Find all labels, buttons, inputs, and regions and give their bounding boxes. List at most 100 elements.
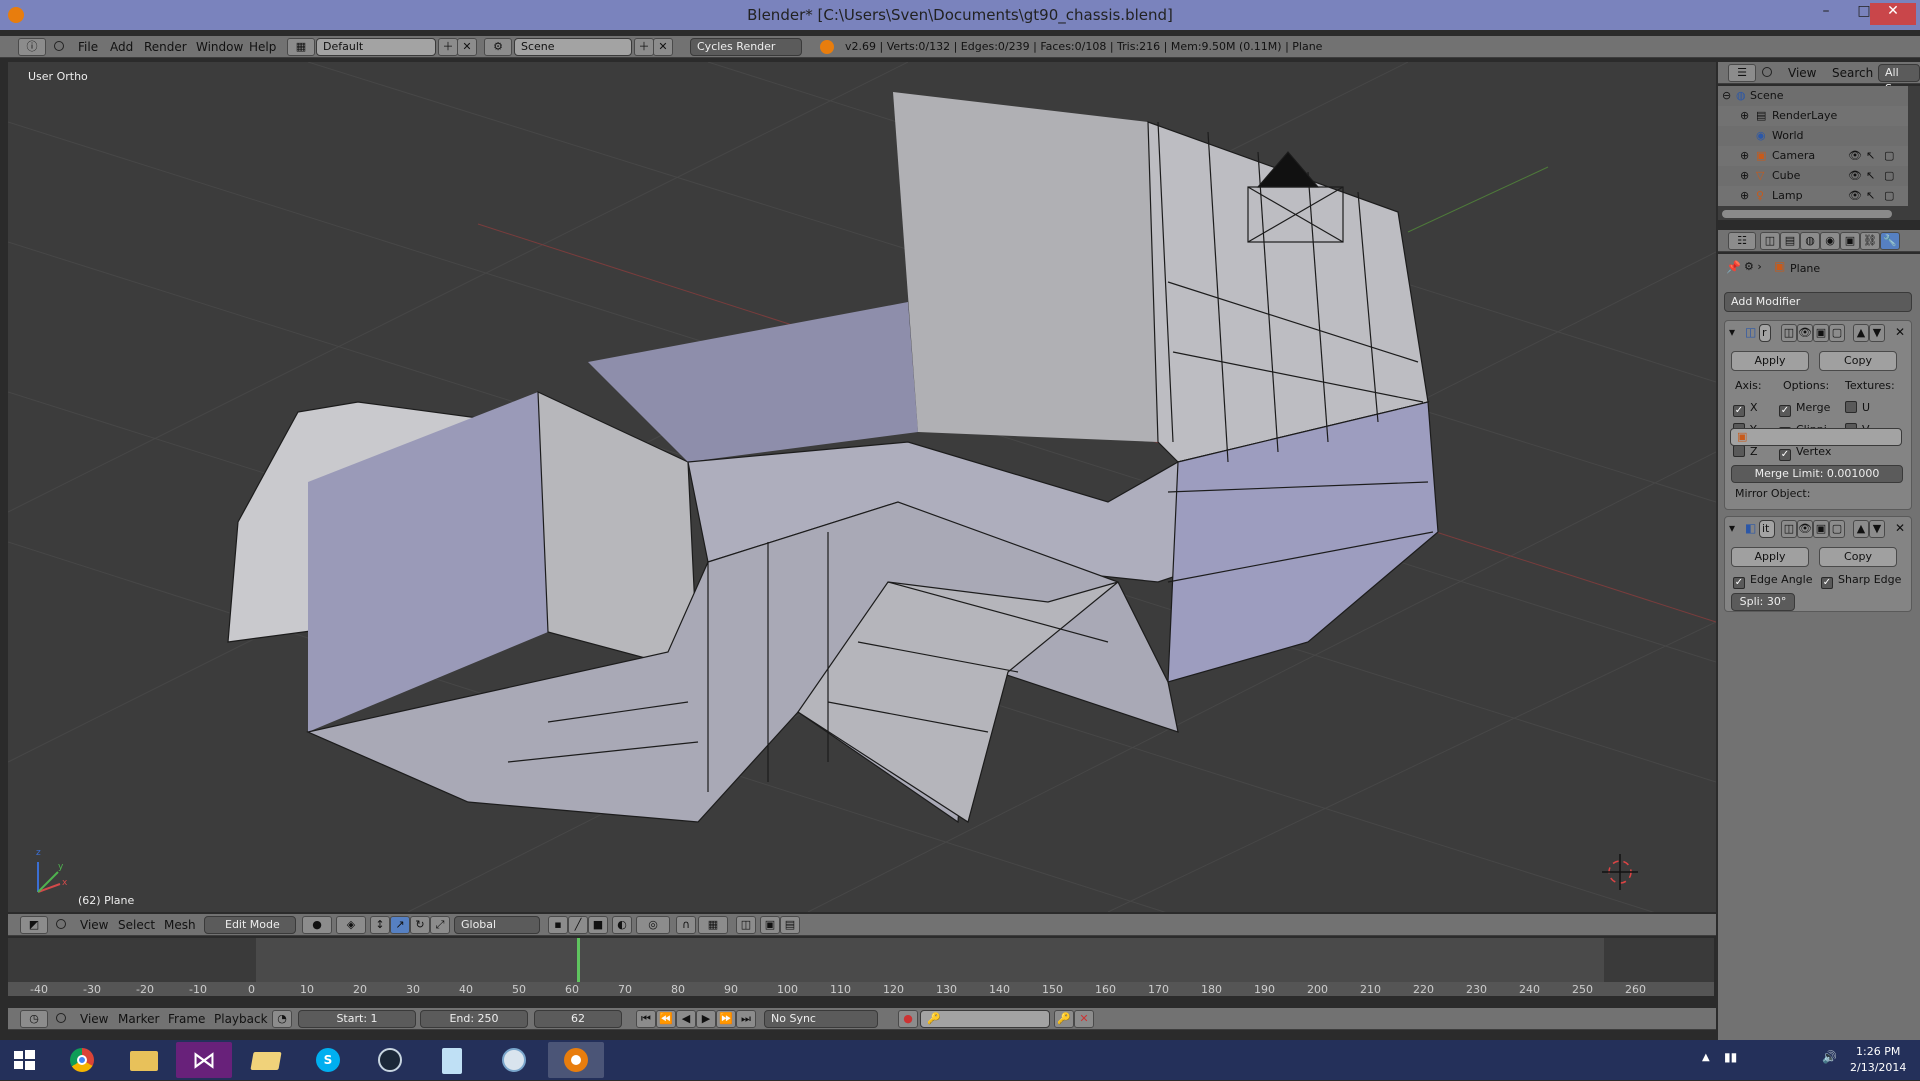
collapse-menu-icon[interactable] — [54, 41, 64, 51]
timeline-menu-frame[interactable]: Frame — [168, 1008, 205, 1029]
menu-add[interactable]: Add — [110, 36, 133, 57]
remove-modifier-icon[interactable]: ✕ — [1895, 521, 1905, 535]
chrome-icon[interactable] — [54, 1042, 110, 1078]
proportional-edit-icon[interactable]: ◎ — [636, 916, 670, 934]
translate-manipulator-icon[interactable]: ↗ — [390, 916, 410, 934]
axis-x-checkbox[interactable]: ✓ X — [1733, 401, 1758, 417]
merge-limit-field[interactable]: Merge Limit: 0.001000 — [1731, 465, 1903, 483]
move-down-icon[interactable]: ▼ — [1869, 520, 1885, 538]
visibility-eye-icon[interactable]: 👁 — [1848, 146, 1862, 166]
editmode-toggle-icon[interactable]: ▣ — [1813, 520, 1829, 538]
auto-keying-record-icon[interactable]: ● — [898, 1010, 918, 1028]
next-keyframe-icon[interactable]: ⏩ — [716, 1010, 736, 1028]
outliner-item-renderlayers[interactable]: ⊕ ▤ RenderLaye — [1718, 106, 1908, 126]
move-up-icon[interactable]: ▲ — [1853, 324, 1869, 342]
screen-layout-field[interactable]: Default — [316, 38, 436, 56]
axis-z-checkbox[interactable]: Z — [1733, 445, 1758, 459]
timeline-area[interactable]: -40 -30 -20 -10 0 10 20 30 40 50 60 70 8… — [8, 938, 1714, 996]
start-frame-field[interactable]: Start: 1 — [298, 1010, 416, 1028]
editor-type-3dview-icon[interactable]: ◩ — [20, 916, 48, 934]
viewport-toggle-icon[interactable]: 👁 — [1797, 520, 1813, 538]
tray-chevron-icon[interactable]: ▲ — [1702, 1052, 1710, 1063]
clock-date[interactable]: 2/13/2014 — [1850, 1061, 1906, 1074]
render-toggle-icon[interactable]: ◫ — [1781, 324, 1797, 342]
end-frame-field[interactable]: End: 250 — [420, 1010, 528, 1028]
transform-orientation-select[interactable]: Global — [454, 916, 540, 934]
move-up-icon[interactable]: ▲ — [1853, 520, 1869, 538]
manipulator-toggle-icon[interactable]: ↕ — [370, 916, 390, 934]
cage-toggle-icon[interactable]: ▢ — [1829, 520, 1845, 538]
remove-scene-icon[interactable]: ✕ — [653, 38, 673, 56]
menu-mesh[interactable]: Mesh — [164, 914, 196, 935]
vertex-groups-checkbox[interactable]: ✓ Vertex — [1779, 445, 1831, 461]
menu-render[interactable]: Render — [144, 36, 187, 57]
copy-button[interactable]: Copy — [1819, 351, 1897, 371]
keying-set-field[interactable]: 🔑 — [920, 1010, 1050, 1028]
jump-end-icon[interactable]: ⏭ — [736, 1010, 756, 1028]
menu-help[interactable]: Help — [249, 36, 276, 57]
outliner-scrollbar[interactable] — [1722, 210, 1892, 218]
object-tab-icon[interactable]: ▣ — [1840, 232, 1860, 250]
modifiers-tab-icon[interactable]: 🔧 — [1880, 232, 1900, 250]
mode-select[interactable]: Edit Mode — [204, 916, 296, 934]
expand-icon[interactable]: ⊕ — [1740, 146, 1749, 166]
edgesplit-modifier-name-field[interactable]: it — [1759, 520, 1775, 538]
apply-button[interactable]: Apply — [1731, 351, 1809, 371]
collapse-modifier-icon[interactable]: ▾ — [1729, 521, 1735, 535]
render-engine-select[interactable]: Cycles Render — [690, 38, 802, 56]
play-reverse-icon[interactable]: ◀ — [676, 1010, 696, 1028]
edge-angle-checkbox[interactable]: ✓ Edge Angle — [1733, 573, 1812, 589]
sync-mode-select[interactable]: No Sync — [764, 1010, 878, 1028]
outliner-display-filter[interactable]: All Sc — [1878, 64, 1920, 95]
menu-view[interactable]: View — [80, 914, 108, 935]
renderability-icon[interactable]: ▢ — [1884, 166, 1894, 186]
selectability-arrow-icon[interactable]: ↖ — [1866, 166, 1875, 186]
collapse-modifier-icon[interactable]: ▾ — [1729, 325, 1735, 339]
scene-field[interactable]: Scene — [514, 38, 632, 56]
copy-button[interactable]: Copy — [1819, 547, 1897, 567]
add-layout-icon[interactable]: ＋ — [438, 38, 458, 56]
edge-select-icon[interactable]: ╱ — [568, 916, 588, 934]
menu-window[interactable]: Window — [196, 36, 243, 57]
outliner-menu-search[interactable]: Search — [1832, 62, 1873, 83]
notepad-icon[interactable] — [424, 1042, 480, 1078]
world-tab-icon[interactable]: ◉ — [1820, 232, 1840, 250]
current-frame-indicator[interactable] — [577, 938, 580, 986]
volume-icon[interactable]: 🔊 — [1822, 1050, 1837, 1064]
outliner-item-lamp[interactable]: ⊕ ♀ Lamp 👁 ↖ ▢ — [1718, 186, 1908, 206]
insert-keyframe-icon[interactable]: 🔑 — [1054, 1010, 1074, 1028]
editor-type-properties-icon[interactable]: ☷ — [1728, 232, 1756, 250]
folder-icon[interactable] — [238, 1042, 294, 1078]
outliner-item-camera[interactable]: ⊕ ▣ Camera 👁 ↖ ▢ — [1718, 146, 1908, 166]
opengl-render-icon[interactable]: ◫ — [736, 916, 756, 934]
preview-range-icon[interactable]: ◔ — [272, 1010, 292, 1028]
outliner-item-world[interactable]: ◉ World — [1718, 126, 1908, 146]
chassis-mesh[interactable] — [227, 92, 1439, 824]
constraints-tab-icon[interactable]: ⛓ — [1860, 232, 1880, 250]
expand-icon[interactable]: ⊕ — [1740, 186, 1749, 206]
render-toggle-icon[interactable]: ◫ — [1781, 520, 1797, 538]
outliner-item-scene[interactable]: ⊖ ◍ Scene — [1718, 86, 1908, 106]
opengl-movie-icon[interactable]: ▤ — [780, 916, 800, 934]
opengl-anim-icon[interactable]: ▣ — [760, 916, 780, 934]
explorer-icon[interactable] — [116, 1042, 172, 1078]
snap-toggle-icon[interactable]: ∩ — [676, 916, 696, 934]
current-frame-field[interactable]: 62 — [534, 1010, 622, 1028]
visual-studio-icon[interactable]: ⋈ — [176, 1042, 232, 1078]
screen-layout-icon[interactable]: ▦ — [287, 38, 315, 56]
mirror-modifier-name-field[interactable]: r — [1759, 324, 1771, 342]
timeline-menu-playback[interactable]: Playback — [214, 1008, 268, 1029]
scene-selector-icon[interactable]: ⚙ — [484, 38, 512, 56]
paint-icon[interactable] — [486, 1042, 542, 1078]
apply-button[interactable]: Apply — [1731, 547, 1809, 567]
visibility-eye-icon[interactable]: 👁 — [1848, 186, 1862, 206]
3d-cursor-icon[interactable] — [1602, 854, 1638, 890]
editmode-toggle-icon[interactable]: ▣ — [1813, 324, 1829, 342]
visibility-eye-icon[interactable]: 👁 — [1848, 166, 1862, 186]
delete-keyframe-icon[interactable]: ✕ — [1074, 1010, 1094, 1028]
timeline-menu-view[interactable]: View — [80, 1008, 108, 1029]
editor-type-info-icon[interactable]: ⓘ — [18, 38, 46, 56]
editor-type-timeline-icon[interactable]: ◷ — [20, 1010, 48, 1028]
pivot-point-icon[interactable]: ◈ — [336, 916, 366, 934]
play-icon[interactable]: ▶ — [696, 1010, 716, 1028]
